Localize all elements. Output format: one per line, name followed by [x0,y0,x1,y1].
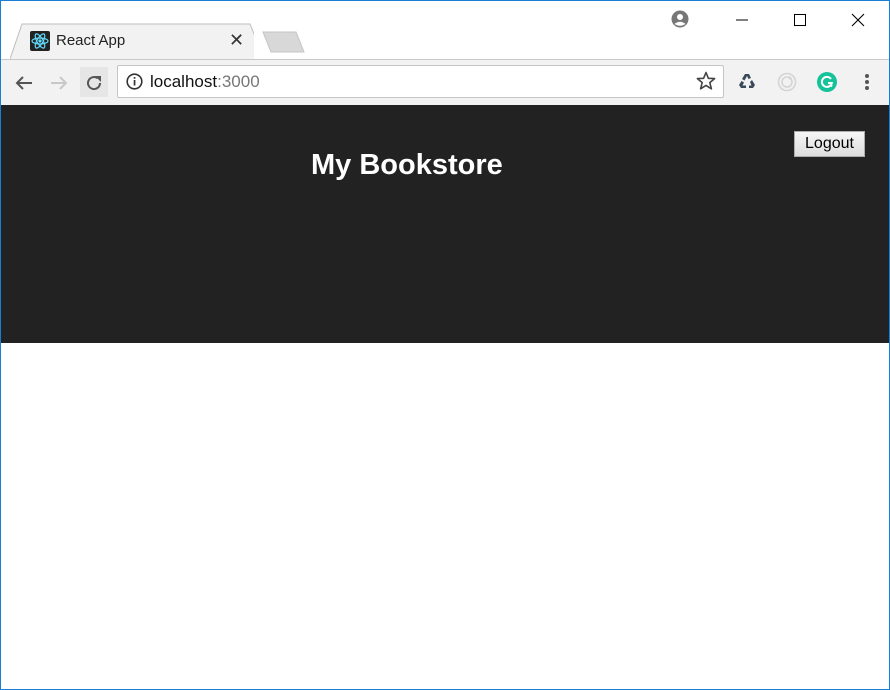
maximize-icon[interactable] [780,8,820,32]
menu-icon[interactable] [856,71,878,93]
profile-icon[interactable] [671,10,689,33]
site-title: My Bookstore [311,149,503,181]
url-text: localhost:3000 [150,72,260,92]
back-icon[interactable] [11,70,37,96]
browser-titlebar: React App ✕ [0,0,890,59]
address-bar[interactable]: localhost:3000 [117,65,724,98]
page-content: My Bookstore Logout [0,105,890,690]
tab-title: React App [56,32,126,49]
url-host: localhost [150,72,218,91]
url-port: :3000 [217,72,260,91]
forward-icon[interactable] [46,70,72,96]
reload-icon[interactable] [81,70,107,96]
disabled-extension-icon[interactable] [776,71,798,93]
close-icon[interactable]: ✕ [229,30,244,51]
recycle-extension-icon[interactable] [736,71,758,93]
tab-react-app[interactable]: React App ✕ [10,23,254,59]
browser-toolbar: localhost:3000 [0,59,890,105]
new-tab-button[interactable] [262,31,306,58]
app-header: My Bookstore Logout [0,105,890,343]
info-icon[interactable] [126,73,143,95]
logout-button[interactable]: Logout [794,131,865,157]
close-window-icon[interactable] [838,8,878,32]
minimize-icon[interactable] [722,8,762,32]
grammarly-icon[interactable] [816,71,838,93]
react-logo-icon [30,31,50,51]
bookmark-star-icon[interactable] [696,71,716,96]
